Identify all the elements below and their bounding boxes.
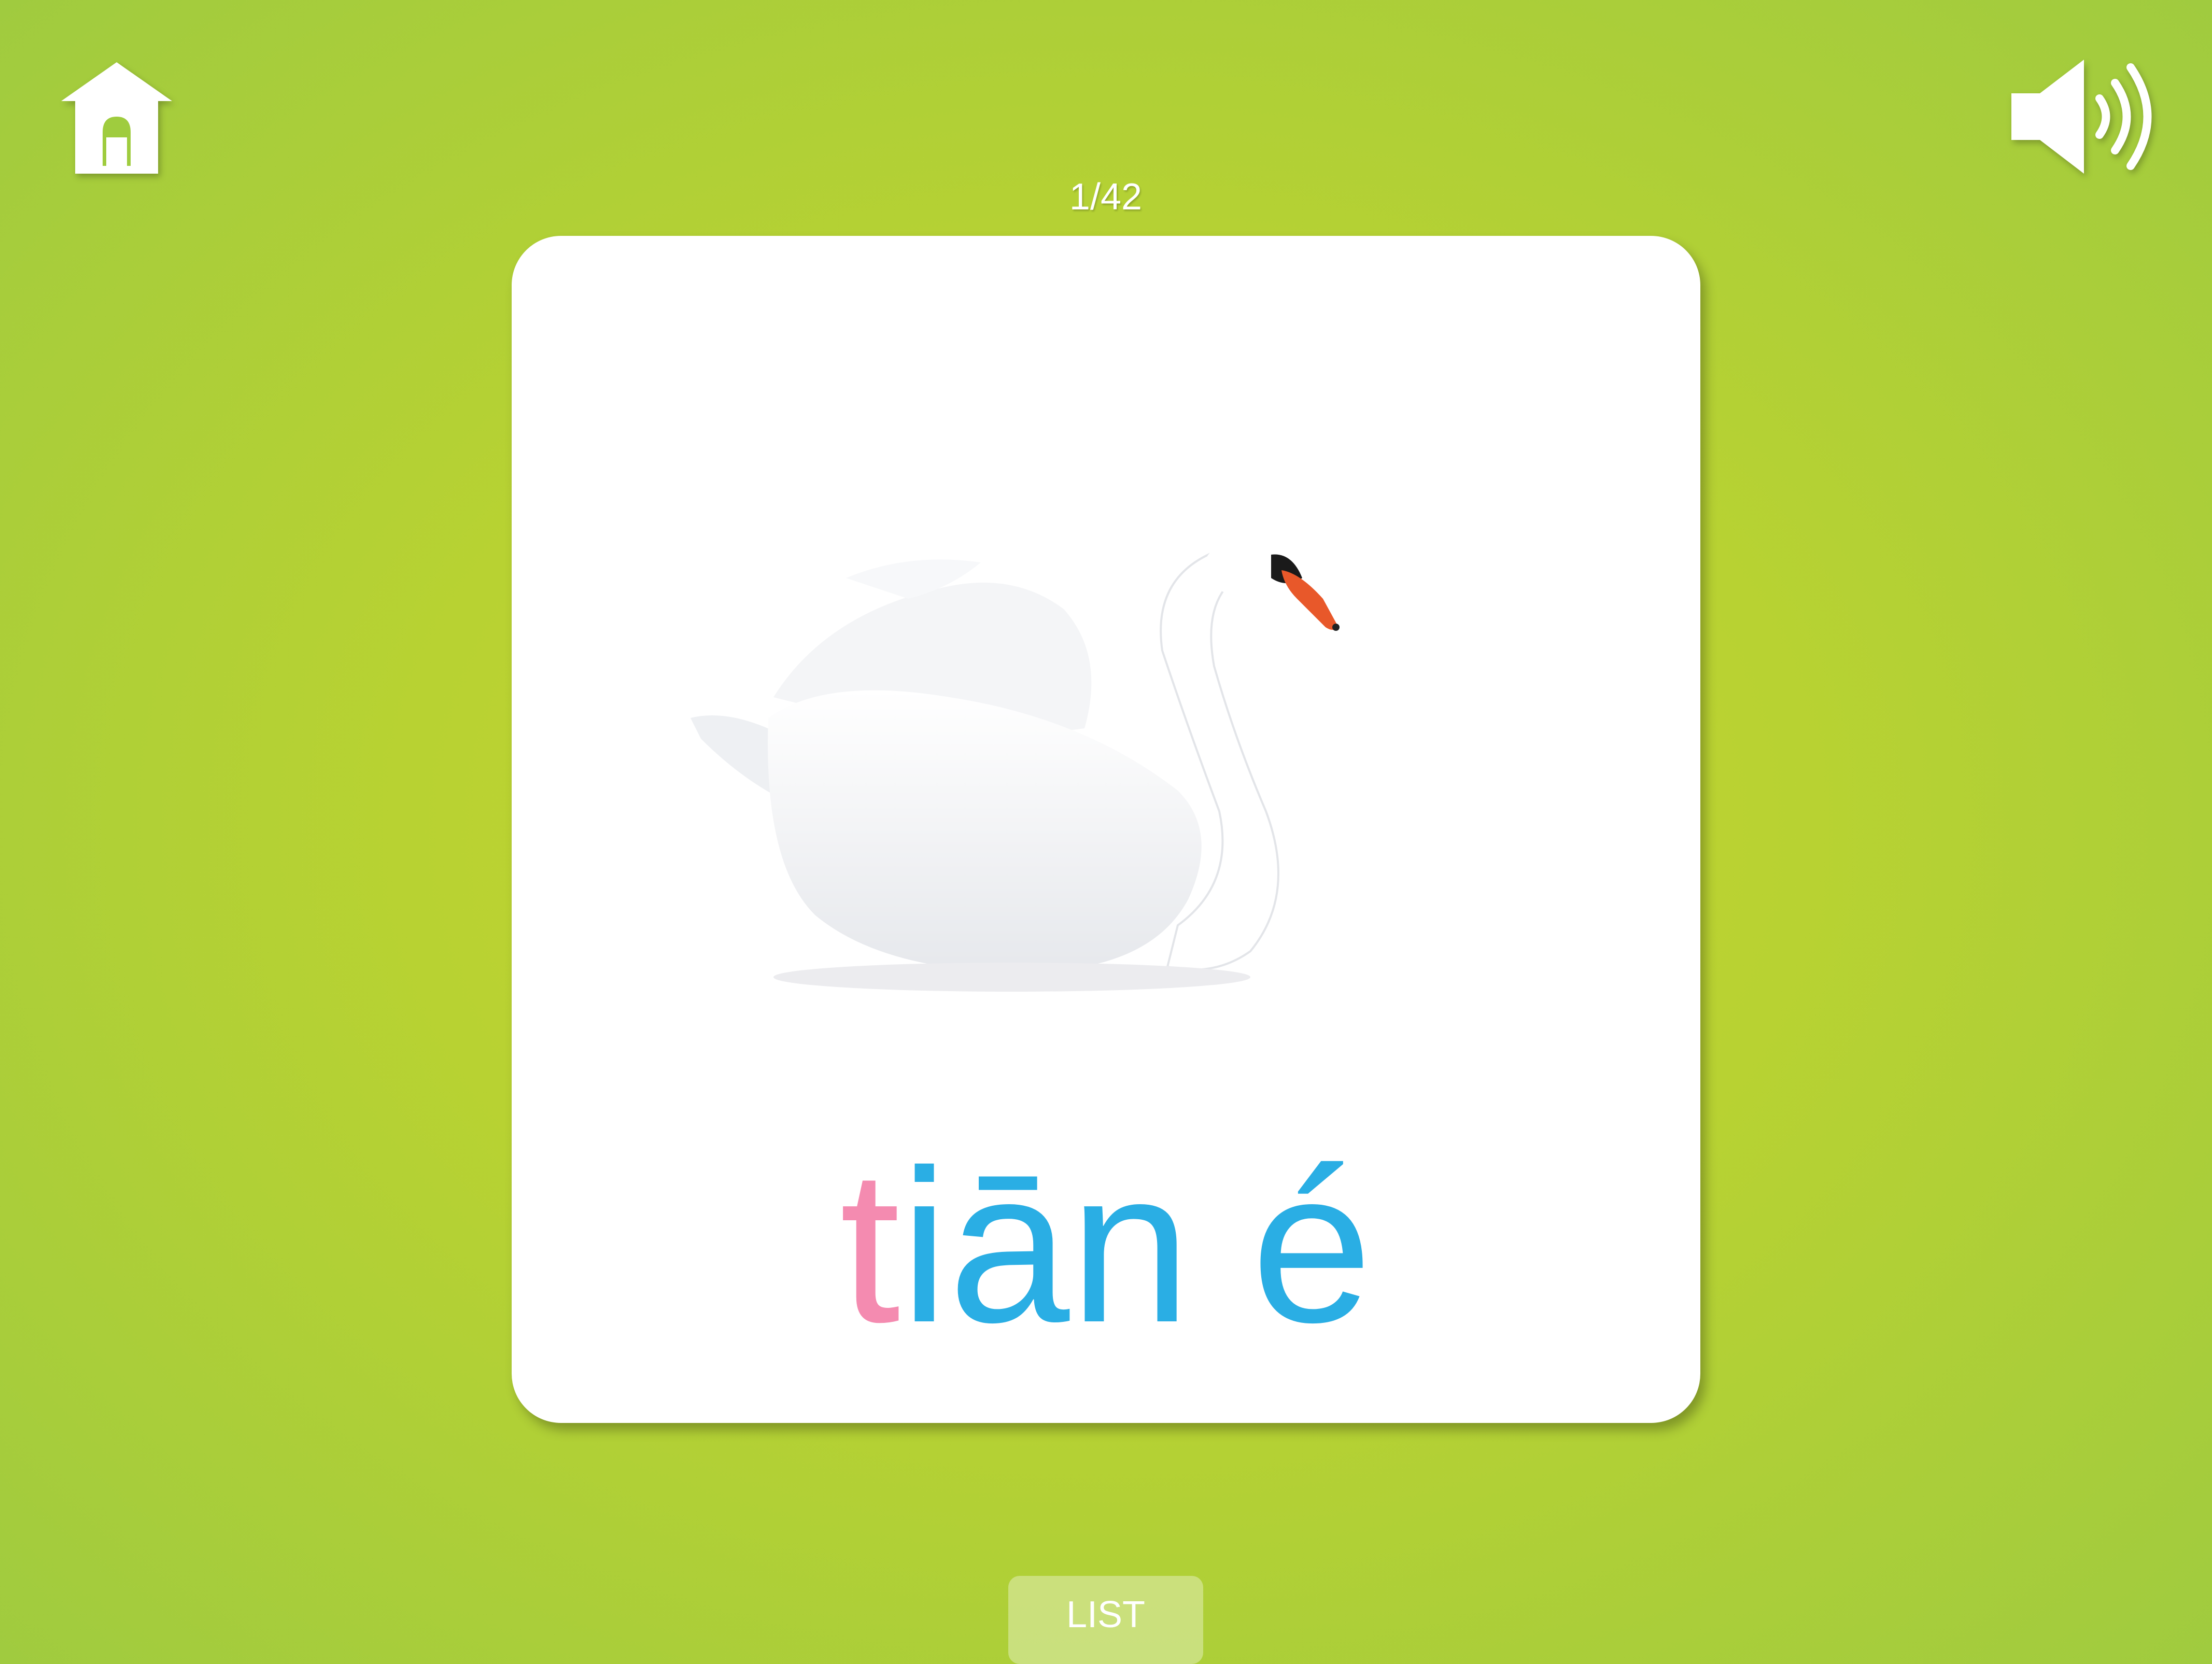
list-button[interactable]: LIST bbox=[1008, 1576, 1203, 1664]
sound-button[interactable] bbox=[2009, 57, 2159, 176]
card-counter: 1/42 bbox=[1069, 176, 1143, 218]
swan-image bbox=[691, 521, 1510, 998]
home-icon bbox=[61, 62, 172, 174]
speaker-icon bbox=[2011, 60, 2152, 174]
home-button[interactable] bbox=[57, 60, 176, 176]
pinyin-initial: t bbox=[839, 1125, 900, 1368]
pinyin-final: iān é bbox=[900, 1125, 1373, 1368]
pinyin-word: tiān é bbox=[512, 1117, 1700, 1376]
flashcard[interactable]: tiān é bbox=[512, 236, 1700, 1423]
